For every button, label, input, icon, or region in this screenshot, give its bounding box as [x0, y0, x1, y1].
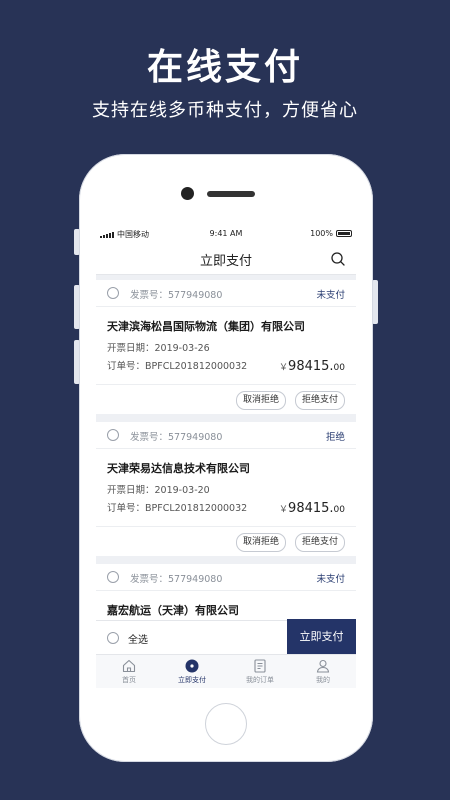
promo-title: 在线支付: [146, 47, 303, 88]
card-header: 发票号：577949080 未支付: [96, 564, 356, 591]
company-name: 天津滨海松昌国际物流（集团）有限公司: [107, 320, 305, 333]
card-header: 发票号：577949080 未支付: [96, 280, 356, 307]
invoice-date: 开票日期：2019-03-20: [107, 485, 210, 496]
invoice-number: 发票号：577949080: [130, 290, 223, 301]
checkout-bar: 全选 立即支付: [96, 619, 356, 655]
pay-now-button[interactable]: 立即支付: [287, 619, 356, 655]
amount-decimal: 00: [333, 363, 345, 373]
tab-label: 立即支付: [178, 676, 206, 684]
status-bar: 中国移动 9:41 AM 100%: [96, 226, 356, 244]
tab-orders[interactable]: 我的订单: [230, 658, 290, 685]
invoice-number: 发票号：577949080: [130, 432, 223, 443]
invoice-number: 发票号：577949080: [130, 574, 223, 585]
select-all-radio[interactable]: [107, 632, 119, 644]
tab-pay[interactable]: 立即支付: [162, 658, 222, 685]
company-name: 嘉宏航运（天津）有限公司: [107, 604, 239, 617]
currency-symbol: ￥: [279, 363, 289, 373]
tab-label: 我的: [316, 676, 330, 684]
company-name: 天津荣易达信息技术有限公司: [107, 462, 250, 475]
amount-integer: 98415.: [288, 359, 334, 374]
select-radio[interactable]: [107, 287, 119, 299]
status-badge: 拒绝: [325, 432, 345, 443]
user-icon: [316, 659, 330, 673]
tab-me[interactable]: 我的: [293, 658, 353, 685]
invoice-card: 发票号：577949080 未支付 天津滨海松昌国际物流（集团）有限公司 开票日…: [96, 280, 356, 414]
tab-label: 我的订单: [246, 676, 274, 684]
page-title: 立即支付: [199, 254, 252, 269]
select-all-label[interactable]: 全选: [128, 631, 148, 646]
select-radio[interactable]: [107, 429, 119, 441]
home-icon: [122, 659, 136, 673]
cancel-reject-button[interactable]: 取消拒绝: [235, 533, 286, 552]
status-badge: 未支付: [316, 574, 345, 585]
amount-decimal: 00: [333, 505, 345, 515]
order-number: 订单号：BPFCL201812000032: [107, 361, 248, 372]
amount: ￥98415.00: [279, 497, 345, 516]
tab-bar: 首页 立即支付 我的订单 我的: [96, 654, 356, 688]
phone-speaker: [207, 191, 255, 197]
card-header: 发票号：577949080 拒绝: [96, 422, 356, 449]
amount-integer: 98415.: [288, 501, 334, 516]
status-badge: 未支付: [316, 290, 345, 301]
phone-camera: [181, 187, 194, 200]
invoice-card: 发票号：577949080 拒绝 天津荣易达信息技术有限公司 开票日期：2019…: [96, 422, 356, 556]
nav-bar: 立即支付: [96, 244, 356, 275]
cancel-reject-button[interactable]: 取消拒绝: [235, 391, 286, 410]
reject-payment-button[interactable]: 拒绝支付: [294, 533, 345, 552]
battery-icon: [336, 230, 352, 237]
card-actions: 取消拒绝 拒绝支付: [96, 526, 356, 557]
search-icon[interactable]: [330, 251, 346, 267]
app-screen: 中国移动 9:41 AM 100% 立即支付 发票号：577949080 未支付…: [96, 226, 356, 688]
order-icon: [254, 659, 266, 673]
amount: ￥98415.00: [279, 355, 345, 374]
select-radio[interactable]: [107, 571, 119, 583]
invoice-date: 开票日期：2019-03-26: [107, 343, 210, 354]
currency-symbol: ￥: [279, 505, 289, 515]
card-actions: 取消拒绝 拒绝支付: [96, 384, 356, 415]
phone-home-button[interactable]: [205, 703, 247, 745]
promo-subtitle: 支持在线多币种支付，方便省心: [92, 100, 358, 121]
tab-label: 首页: [122, 676, 136, 684]
tab-home[interactable]: 首页: [99, 658, 159, 685]
pay-icon: [185, 659, 199, 673]
order-number: 订单号：BPFCL201812000032: [107, 503, 248, 514]
battery-percent: 100%: [310, 229, 333, 238]
reject-payment-button[interactable]: 拒绝支付: [294, 391, 345, 410]
